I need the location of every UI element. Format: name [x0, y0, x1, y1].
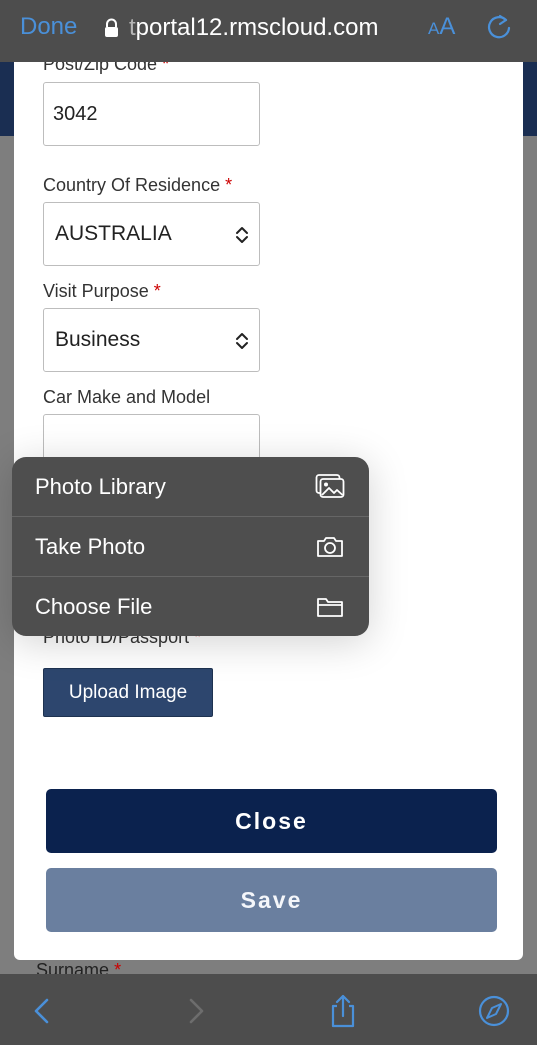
lock-icon [105, 18, 118, 37]
country-value: AUSTRALIA [55, 222, 172, 245]
share-icon[interactable] [325, 994, 361, 1028]
close-button[interactable]: Close [46, 789, 497, 853]
country-label: Country Of Residence * [43, 175, 233, 195]
compass-icon[interactable] [476, 994, 512, 1028]
car-label: Car Make and Model [43, 387, 211, 407]
postcode-label: Post/Zip Code * [43, 62, 170, 74]
chevron-updown-icon [236, 333, 248, 349]
visit-purpose-select[interactable]: Business [43, 308, 260, 372]
photo-library-icon [315, 474, 345, 498]
visit-purpose-label: Visit Purpose * [43, 281, 161, 301]
menu-item-choose-file[interactable]: Choose File [12, 577, 369, 636]
postcode-input[interactable]: 3042 [43, 82, 260, 146]
save-button[interactable]: Save [46, 868, 497, 932]
browser-top-bar: Done tportal12.rmscloud.com AA [0, 0, 537, 62]
address-bar[interactable]: tportal12.rmscloud.com [104, 13, 378, 43]
visit-purpose-value: Business [55, 328, 141, 351]
menu-item-take-photo[interactable]: Take Photo [12, 517, 369, 577]
country-select[interactable]: AUSTRALIA [43, 202, 260, 266]
upload-image-button[interactable]: Upload Image [43, 668, 213, 717]
camera-icon [317, 537, 343, 557]
browser-bottom-bar [0, 974, 537, 1045]
text-size-button[interactable]: AA [428, 13, 455, 41]
back-arrow-icon[interactable] [24, 994, 60, 1028]
reload-icon[interactable] [484, 12, 514, 42]
file-picker-menu: Photo Library Take Photo Choose File [12, 457, 369, 636]
done-button[interactable]: Done [20, 13, 77, 41]
menu-item-photo-library[interactable]: Photo Library [12, 457, 369, 517]
folder-icon [317, 598, 343, 617]
forward-arrow-icon[interactable] [178, 994, 214, 1028]
url-text: tportal12.rmscloud.com [129, 14, 379, 41]
chevron-updown-icon [236, 227, 248, 243]
